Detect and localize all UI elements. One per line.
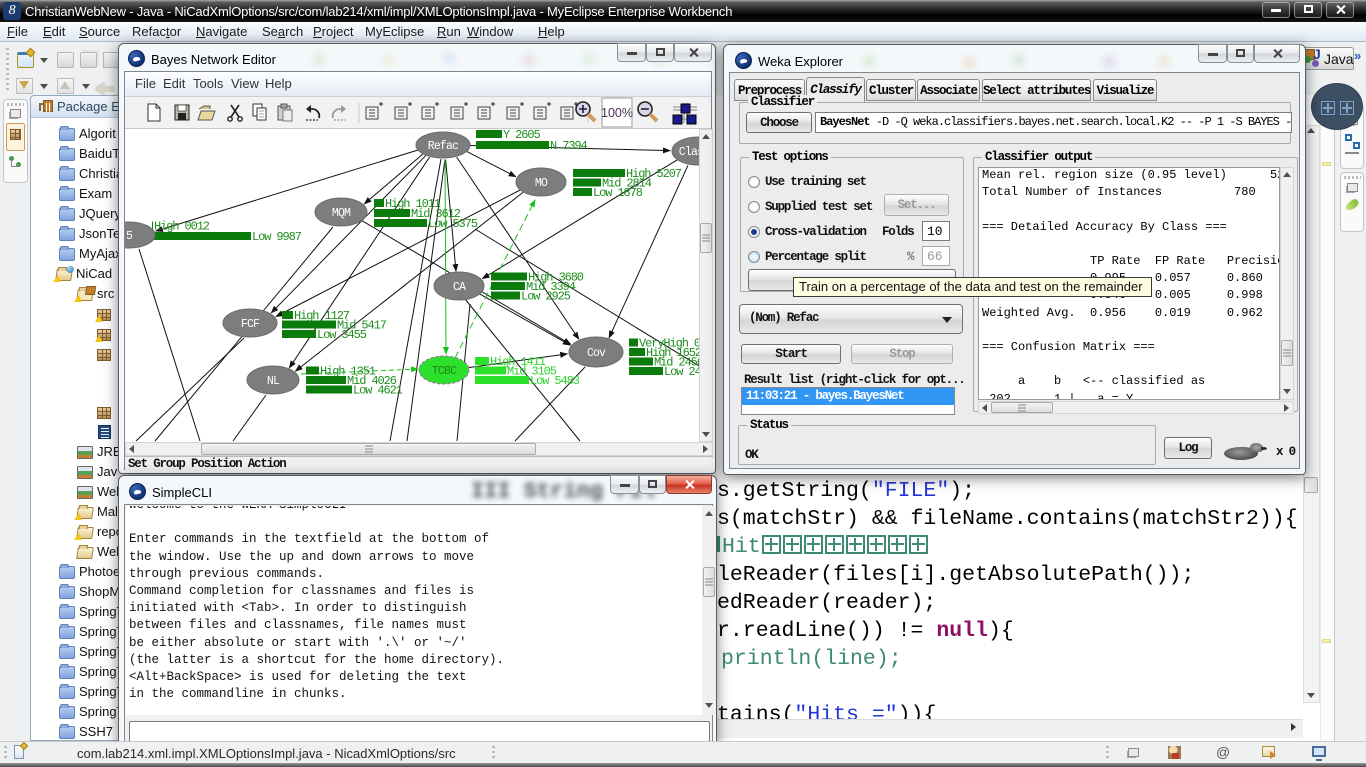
svg-text:MQM: MQM	[332, 207, 351, 220]
svg-text:Clas: Clas	[679, 146, 699, 159]
svg-text:5: 5	[126, 230, 133, 243]
svg-text:Low 24: Low 24	[664, 365, 699, 379]
svg-text:Low 3455: Low 3455	[317, 328, 367, 342]
svg-text:MO: MO	[535, 177, 548, 190]
svg-text:Low 5483: Low 5483	[530, 374, 580, 388]
svg-text:Refac: Refac	[428, 140, 459, 153]
svg-text:N 7394: N 7394	[550, 139, 588, 153]
svg-text:FCF: FCF	[241, 318, 260, 331]
svg-text:NL: NL	[267, 375, 280, 388]
svg-text:Low 4621: Low 4621	[353, 384, 403, 398]
svg-text:100%: 100%	[601, 106, 633, 120]
svg-text:Low 5375: Low 5375	[428, 217, 478, 231]
svg-text:Low 9987: Low 9987	[252, 230, 302, 244]
svg-text:Y 2605: Y 2605	[503, 129, 541, 142]
svg-text:CA: CA	[453, 281, 466, 294]
svg-text:High 0012: High 0012	[154, 220, 210, 234]
svg-text:Low 1878: Low 1878	[593, 186, 643, 200]
svg-text:TCBC: TCBC	[432, 365, 457, 378]
svg-text:Cov: Cov	[587, 347, 606, 360]
svg-text:Low 2925: Low 2925	[521, 290, 571, 304]
